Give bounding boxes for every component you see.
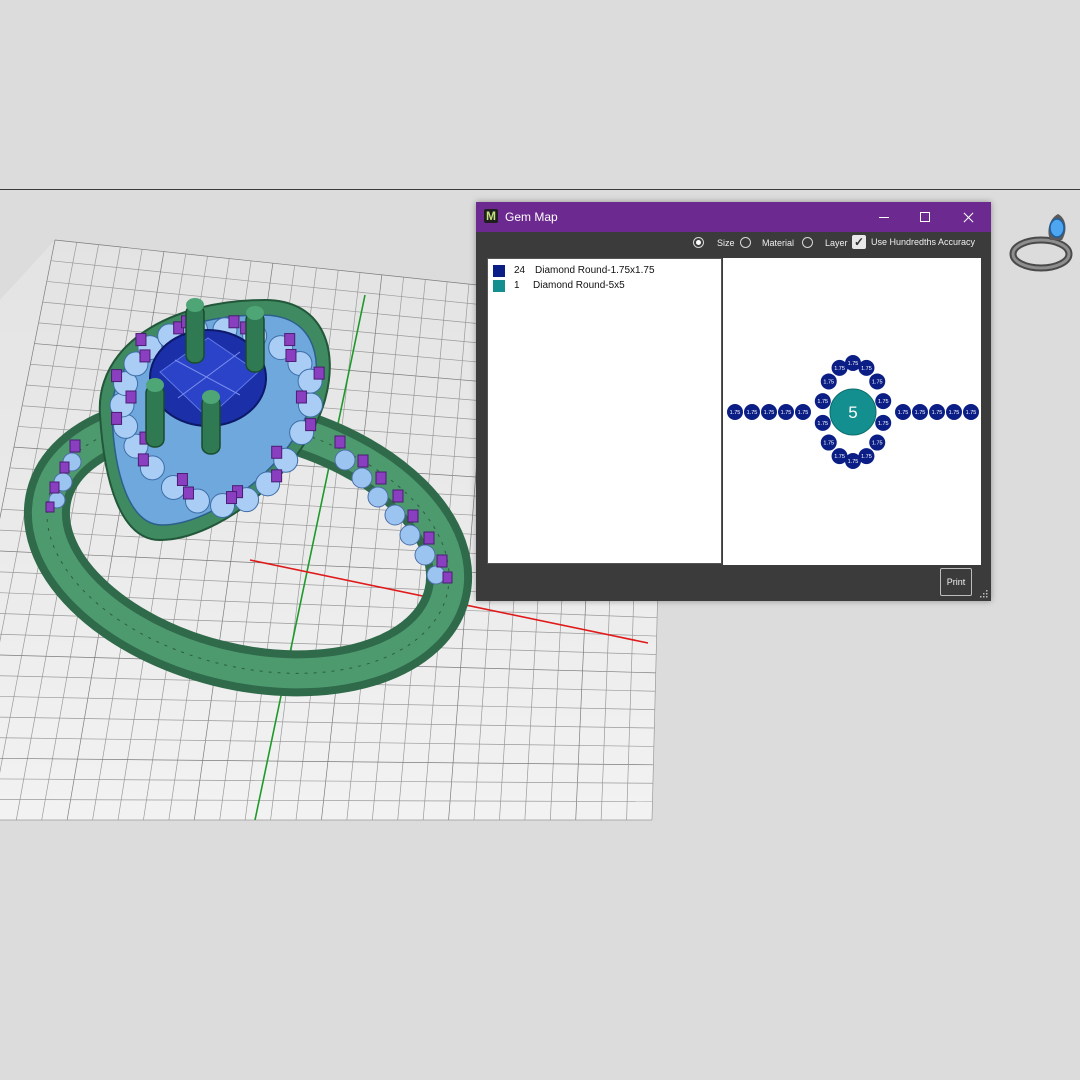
small-stone-label: 1.75 <box>872 379 883 385</box>
halo-prong <box>111 369 123 383</box>
halo-prong <box>271 469 283 483</box>
gem-map-window[interactable]: M Gem Map Size Material Layer ✓ Use Hund… <box>476 202 991 601</box>
small-stone-label: 1.75 <box>878 421 889 427</box>
hundredths-checkbox-label[interactable]: Use Hundredths Accuracy <box>871 237 975 247</box>
gem-color-swatch <box>493 280 505 292</box>
halo-prong <box>125 390 137 404</box>
small-stone-label: 1.75 <box>949 410 960 416</box>
small-stone-label: 1.75 <box>872 441 883 447</box>
gem-list[interactable]: 24 Diamond Round-1.75x1.75 1 Diamond Rou… <box>487 258 722 564</box>
gem-name: Diamond Round-1.75x1.75 <box>535 265 655 276</box>
small-stone-label: 1.75 <box>878 399 889 405</box>
layer-radio[interactable] <box>802 237 813 248</box>
halo-prong <box>228 315 240 329</box>
layer-radio-label[interactable]: Layer <box>825 238 848 248</box>
small-stone-label: 1.75 <box>834 454 845 460</box>
small-stone-label: 1.75 <box>730 410 741 416</box>
small-stone-label: 1.75 <box>915 410 926 416</box>
small-stone-label: 1.75 <box>781 410 792 416</box>
small-stone-label: 1.75 <box>848 459 859 465</box>
hundredths-checkbox[interactable]: ✓ <box>852 235 866 249</box>
size-radio[interactable] <box>693 237 704 248</box>
small-stone-label: 1.75 <box>817 421 828 427</box>
small-stone-label: 1.75 <box>848 361 859 367</box>
gem-count: 24 <box>514 265 526 276</box>
gem-map-diagram: 51.751.751.751.751.751.751.751.751.751.7… <box>727 355 979 469</box>
small-stone-label: 1.75 <box>966 410 977 416</box>
material-radio-label[interactable]: Material <box>762 238 794 248</box>
maximize-icon[interactable] <box>905 202 945 232</box>
minimize-icon[interactable] <box>864 202 904 232</box>
halo-prong <box>111 411 123 425</box>
halo-prong <box>284 333 296 347</box>
halo-prong <box>135 333 147 347</box>
small-stone-label: 1.75 <box>898 410 909 416</box>
app-logo-icon: M <box>484 209 498 223</box>
small-stone-label: 1.75 <box>747 410 758 416</box>
close-icon[interactable] <box>948 202 988 232</box>
small-stone-label: 1.75 <box>834 366 845 372</box>
halo-prong <box>313 366 325 380</box>
small-stone-label: 1.75 <box>764 410 775 416</box>
window-titlebar[interactable]: M Gem Map <box>476 202 991 232</box>
print-button[interactable]: Print <box>940 568 972 596</box>
halo-prong <box>271 445 283 459</box>
size-radio-label[interactable]: Size <box>717 238 735 248</box>
halo-prong <box>285 348 297 362</box>
small-stone-label: 1.75 <box>861 366 872 372</box>
small-stone-label: 1.75 <box>823 379 834 385</box>
small-stone-label: 1.75 <box>823 441 834 447</box>
window-title: Gem Map <box>505 210 558 224</box>
halo-prong <box>182 486 194 500</box>
halo-prong <box>137 453 149 467</box>
center-stone-label: 5 <box>848 403 857 422</box>
small-stone-label: 1.75 <box>817 399 828 405</box>
material-radio[interactable] <box>740 237 751 248</box>
halo-prong <box>176 473 188 487</box>
gem-map-toolbar: Size Material Layer ✓ Use Hundredths Acc… <box>476 232 991 256</box>
gem-name: Diamond Round-5x5 <box>533 280 625 291</box>
workspace-top-area <box>0 0 1080 189</box>
small-stone-label: 1.75 <box>932 410 943 416</box>
ring-preview-icon[interactable] <box>1006 206 1076 278</box>
small-stone-label: 1.75 <box>861 454 872 460</box>
halo-prong <box>226 491 238 505</box>
gem-count: 1 <box>514 280 520 291</box>
resize-grip-icon[interactable] <box>980 590 988 598</box>
gem-color-swatch <box>493 265 505 277</box>
gem-map-canvas[interactable]: 5 1.75 1.75 1.75 1.75 1.75 1.75 1.75 1.75 1.75 1.7… <box>723 258 981 565</box>
halo-prong <box>305 418 317 432</box>
small-stone-label: 1.75 <box>798 410 809 416</box>
halo-prong <box>139 349 151 363</box>
halo-prong <box>295 390 307 404</box>
